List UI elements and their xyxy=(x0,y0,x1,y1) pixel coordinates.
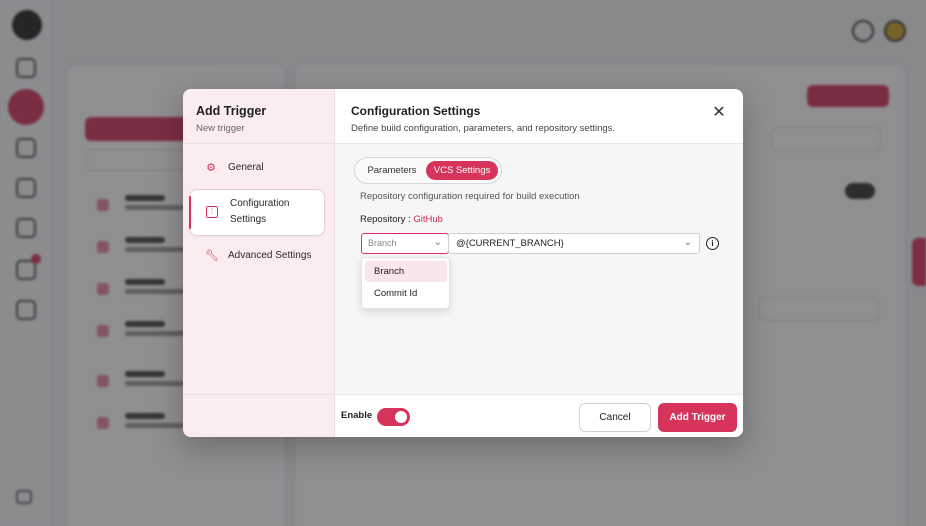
divider xyxy=(183,394,334,395)
settings-tab-switcher: Parameters VCS Settings xyxy=(354,157,502,184)
cancel-button[interactable]: Cancel xyxy=(579,403,651,432)
config-icon: ⋮ xyxy=(206,206,218,218)
tab-vcs-settings[interactable]: VCS Settings xyxy=(426,161,498,180)
nav-item-label: Advanced Settings xyxy=(228,250,312,261)
repository-description: Repository configuration required for bu… xyxy=(360,191,580,202)
nav-item-label: Configuration Settings xyxy=(230,198,290,225)
ref-type-dropdown: Branch Commit Id xyxy=(361,257,450,309)
ref-type-placeholder: Branch xyxy=(368,238,397,248)
nav-item-advanced-settings[interactable]: 🔧︎ Advanced Settings xyxy=(189,243,325,269)
chevron-down-icon: ⌄ xyxy=(433,237,442,248)
divider xyxy=(183,143,334,144)
nav-item-configuration-settings[interactable]: ⋮ Configuration Settings xyxy=(189,189,325,236)
section-description: Define build configuration, parameters, … xyxy=(351,123,616,134)
info-icon[interactable]: i xyxy=(706,237,719,250)
modal-sidebar: Add Trigger New trigger ⚙ General ⋮ Conf… xyxy=(183,89,335,437)
close-icon[interactable]: ✕ xyxy=(711,105,727,121)
repository-name: GitHub xyxy=(413,214,443,225)
add-trigger-modal: Add Trigger New trigger ⚙ General ⋮ Conf… xyxy=(183,89,743,437)
ref-type-select[interactable]: Branch ⌄ xyxy=(361,233,449,254)
modal-content: Configuration Settings Define build conf… xyxy=(335,89,743,437)
modal-subtitle: New trigger xyxy=(196,123,245,134)
section-title: Configuration Settings xyxy=(351,104,481,118)
nav-item-label: General xyxy=(228,162,264,173)
chevron-down-icon: ⌄ xyxy=(683,237,692,248)
enable-label: Enable xyxy=(341,410,373,421)
repository-label-text: Repository : xyxy=(360,214,414,225)
tab-parameters[interactable]: Parameters xyxy=(358,161,426,180)
repository-label: Repository : GitHub xyxy=(360,214,443,225)
gear-icon: ⚙ xyxy=(206,162,216,174)
nav-item-general[interactable]: ⚙ General xyxy=(189,155,325,181)
dropdown-option-branch[interactable]: Branch xyxy=(365,261,447,282)
branch-value: @{CURRENT_BRANCH} xyxy=(456,238,564,249)
branch-select[interactable]: @{CURRENT_BRANCH} ⌄ xyxy=(448,233,700,254)
add-trigger-button[interactable]: Add Trigger xyxy=(658,403,737,432)
dropdown-option-commit-id[interactable]: Commit Id xyxy=(365,283,447,304)
modal-body: Parameters VCS Settings Repository confi… xyxy=(335,144,743,394)
wrench-icon: 🔧︎ xyxy=(205,250,219,262)
enable-toggle[interactable] xyxy=(377,408,410,426)
modal-title: Add Trigger xyxy=(196,104,267,118)
modal-footer: Enable Cancel Add Trigger xyxy=(335,394,743,437)
toggle-knob xyxy=(395,411,407,423)
